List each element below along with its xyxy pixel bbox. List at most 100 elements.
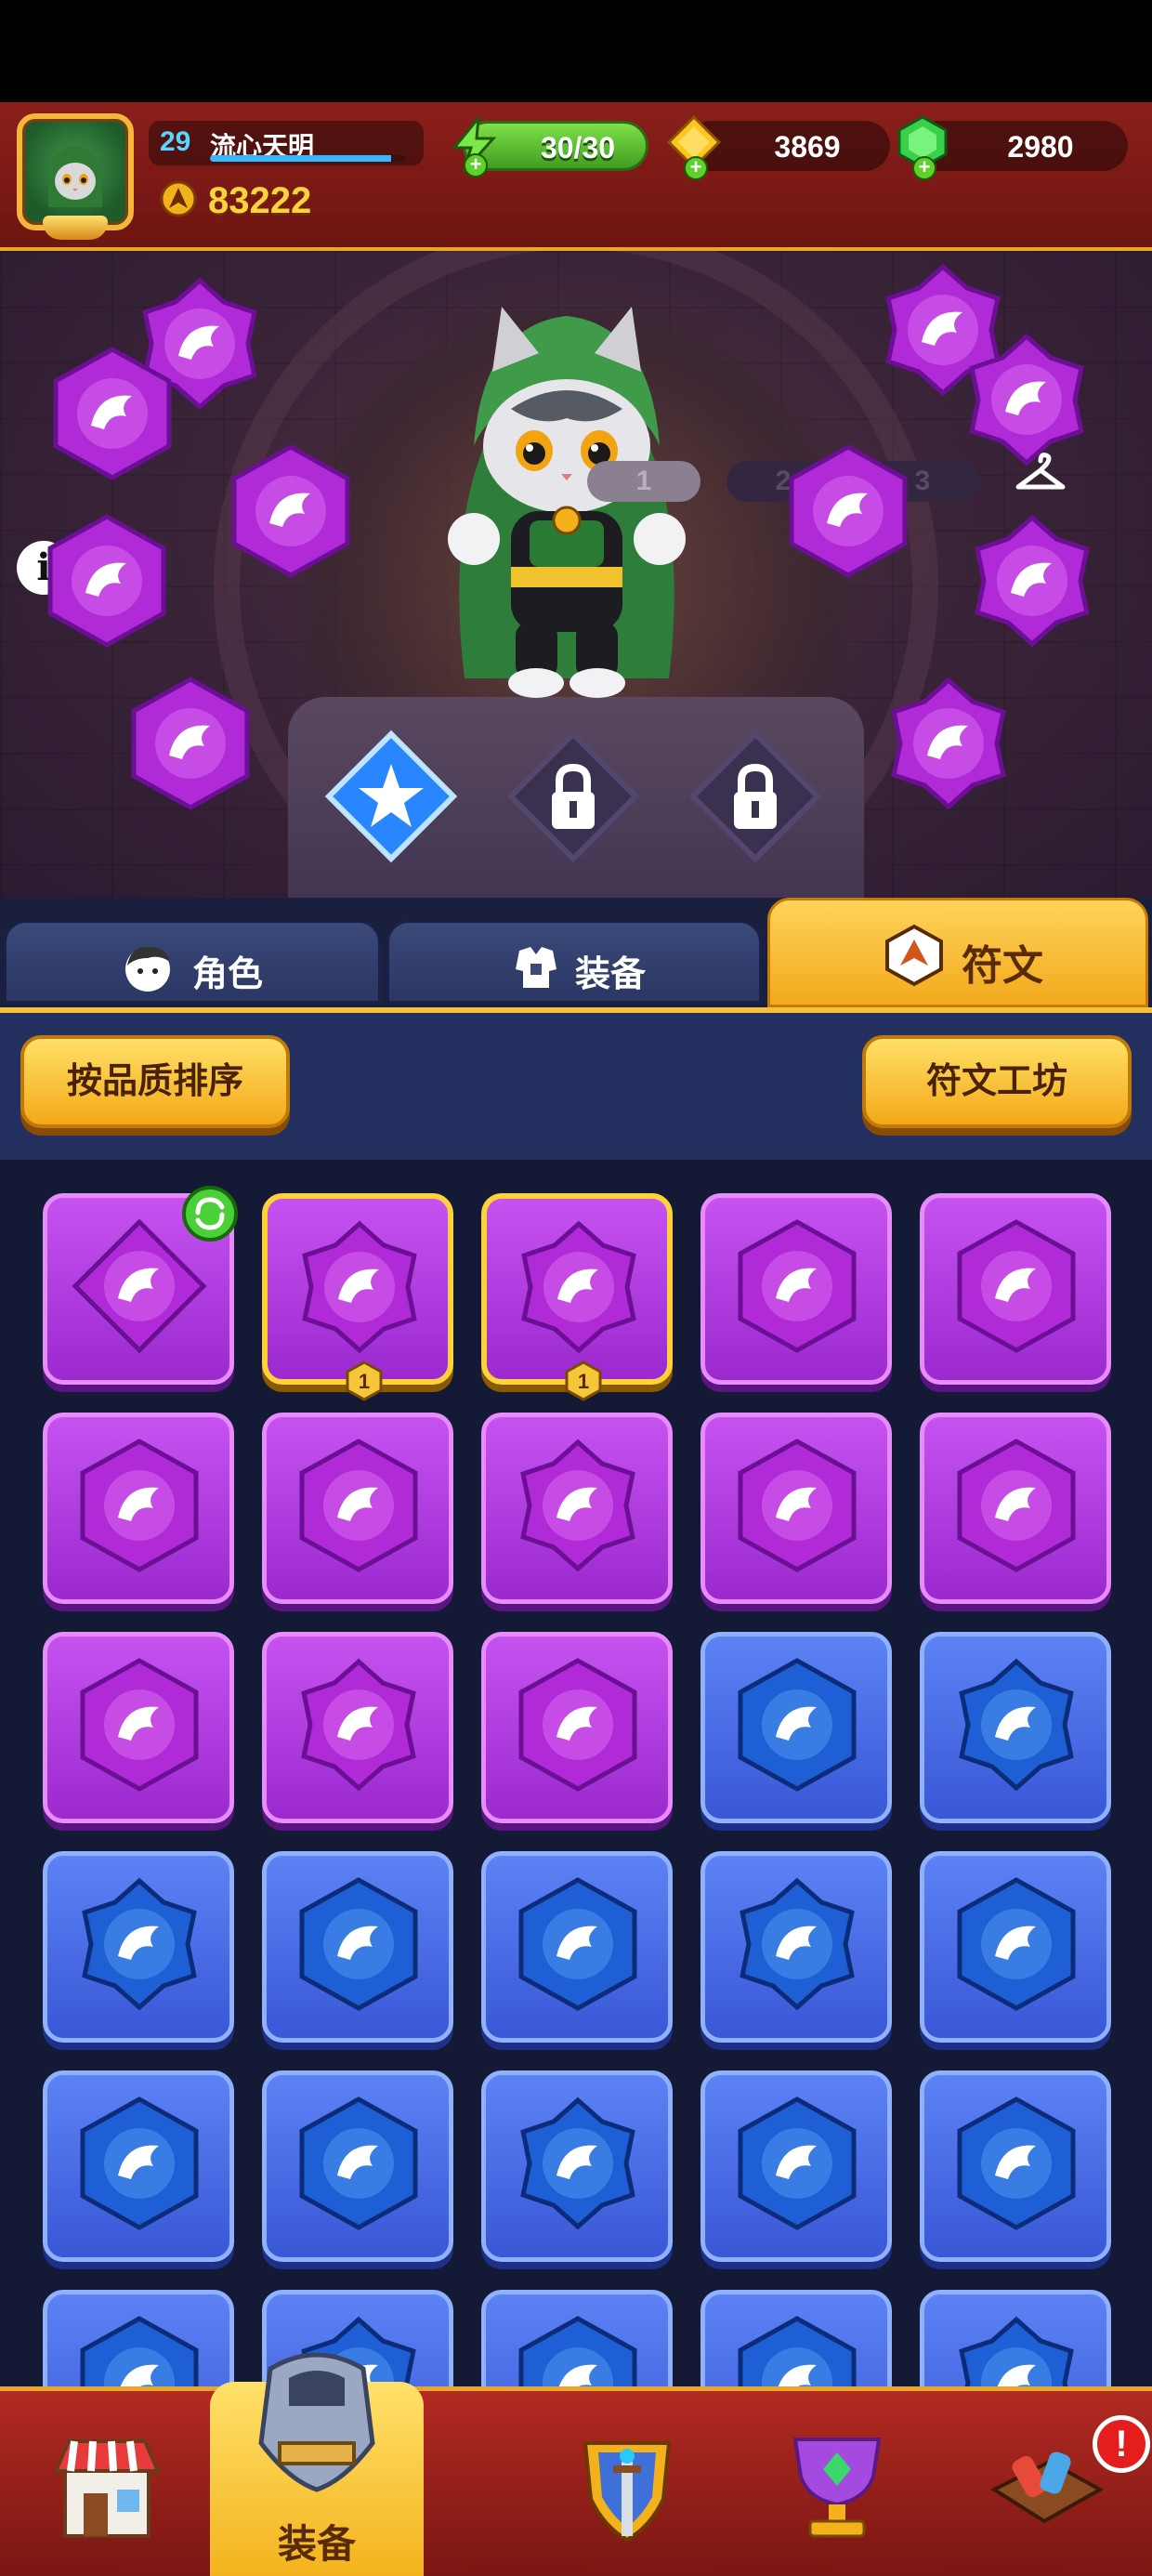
rune-cell[interactable] [262,1632,453,1823]
add-gems-icon[interactable]: + [912,156,936,180]
rune-gem-icon [959,2316,1074,2386]
nav-workshop[interactable]: ! [938,2391,1152,2576]
rune-cell[interactable] [481,1851,673,2043]
status-bar [0,0,1152,102]
equipped-rune-slot-blue[interactable] [321,727,461,866]
rune-cell[interactable] [920,1413,1111,1604]
nav-shop[interactable] [0,2391,214,2576]
rune-gem-icon [518,2316,637,2386]
rune-cell[interactable] [481,1632,673,1823]
locked-rune-slot[interactable] [686,727,825,866]
nav-battle[interactable] [520,2391,734,2576]
shield-sword-icon [583,2441,672,2543]
rune-cell[interactable] [481,2070,673,2262]
rune-gem-icon [975,514,1090,648]
rune-gem-icon [738,1219,857,1353]
rune-cell[interactable] [43,1851,234,2043]
tab-runes[interactable]: 符文 [767,898,1148,1007]
equipped-rune-slot[interactable] [37,511,177,651]
rune-gem-icon [789,444,908,578]
rune-cell[interactable] [262,1413,453,1604]
rune-cell[interactable] [43,1413,234,1604]
nav-equipment[interactable]: 装备 [210,2352,424,2576]
rune-gem-icon [959,1658,1074,1792]
rune-level-text: 1 [578,1370,589,1393]
power-icon [160,180,197,217]
energy-counter[interactable]: 30/30 + [451,116,648,177]
rune-gem-icon [957,1439,1076,1572]
equipped-rune-slot[interactable] [779,441,918,581]
rune-cell[interactable] [481,1413,673,1604]
rune-cell[interactable] [262,1851,453,2043]
rune-gem-icon [738,1658,857,1792]
gold-value: 3869 [774,130,841,164]
hero-cat-character[interactable] [409,288,725,716]
equipped-rune-slot[interactable] [221,441,360,581]
power-value: 83222 [208,180,312,221]
rune-cell[interactable]: 1 [481,1193,673,1401]
rune-cell[interactable] [43,2290,234,2386]
rune-gem-icon [131,677,250,810]
rune-gem-icon [302,1220,417,1354]
rune-cell[interactable] [43,2070,234,2262]
equipped-rune-slot[interactable] [43,344,182,483]
gem-value: 2980 [1007,130,1074,164]
refresh-icon[interactable] [181,1185,239,1242]
nav-trophy[interactable] [730,2391,944,2576]
rune-cell[interactable] [700,1193,892,1385]
rune-cell[interactable] [700,1632,892,1823]
rune-cell[interactable] [481,2290,673,2386]
gold-counter[interactable]: 3869 + [666,114,890,180]
rune-cell[interactable] [920,1851,1111,2043]
rune-gem-icon [891,677,1006,810]
avatar-wing-ornament [43,216,108,240]
tab-equipment[interactable]: 装备 [386,920,762,1004]
rune-cell[interactable] [262,2070,453,2262]
rune-cell[interactable] [43,1632,234,1823]
rune-gem-icon [521,1220,636,1354]
rune-cell[interactable] [920,2070,1111,2262]
armor-tab-icon [516,947,556,988]
rune-gem-icon [738,1439,857,1572]
rune-cell[interactable] [700,1851,892,2043]
rune-cell[interactable] [700,1413,892,1604]
rune-cell[interactable] [43,1186,238,1385]
loadout-tab-1[interactable]: 1 [587,461,700,502]
rune-cell[interactable] [700,2070,892,2262]
rune-gem-icon [740,1877,855,2011]
rune-cell[interactable] [920,2290,1111,2386]
add-gold-icon[interactable]: + [684,156,708,180]
rune-gem-icon [80,1439,199,1572]
rune-cell[interactable] [920,1193,1111,1385]
player-avatar[interactable] [17,113,134,240]
rune-level-badge: 1 [565,1360,602,1401]
rune-inventory-grid: 11 [0,1160,1152,2386]
add-energy-icon[interactable]: + [464,153,488,177]
locked-rune-slot[interactable] [504,727,643,866]
equipped-rune-slot[interactable] [957,330,1096,469]
rune-gem-icon [53,347,172,480]
gem-counter[interactable]: 2980 + [897,115,1128,180]
rune-cell[interactable] [700,2290,892,2386]
rune-tab-icon [885,924,943,987]
xp-bar [210,155,405,162]
rune-gem-icon [738,2316,857,2386]
sort-by-quality-button[interactable]: 按品质排序 [20,1035,290,1128]
equipped-rune-slot[interactable] [121,674,260,813]
tab-character[interactable]: 角色 [4,920,381,1004]
tab-equipment-label: 装备 [575,955,647,994]
rune-gem-icon [299,2096,418,2230]
equipped-rune-slot[interactable] [879,674,1018,813]
rune-toolbar: 按品质排序 符文工坊 [0,1007,1152,1160]
equipped-rune-slot[interactable] [962,511,1102,651]
cat-hero-avatar-icon [48,145,102,207]
level-panel: 29 流心天明 [149,121,424,165]
rune-gem-icon [47,514,166,648]
rune-cell[interactable]: 1 [262,1193,453,1401]
alert-badge: ! [1093,2415,1150,2473]
character-icon [125,946,170,992]
rune-workshop-button[interactable]: 符文工坊 [862,1035,1132,1128]
rune-cell[interactable] [920,1632,1111,1823]
nav-equipment-label: 装备 [277,2522,356,2566]
rune-gem-icon [231,444,350,578]
